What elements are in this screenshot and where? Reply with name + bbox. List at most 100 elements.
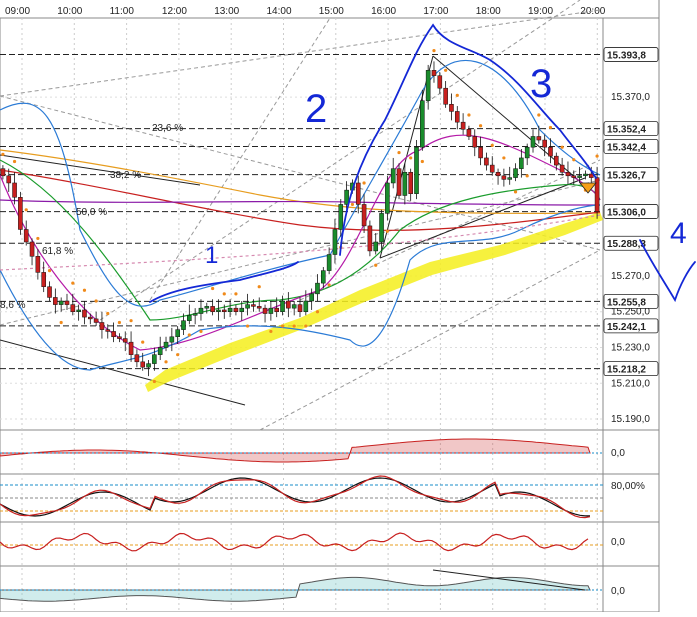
candle-body xyxy=(565,171,571,177)
indicator-4-label: 0,0 xyxy=(611,586,625,597)
sar-dot xyxy=(315,310,320,314)
candle-body xyxy=(152,354,157,364)
sar-dot xyxy=(385,229,389,233)
candle-body xyxy=(542,139,547,148)
candle-body xyxy=(588,173,594,178)
candle-body xyxy=(64,300,70,305)
sar-dot xyxy=(350,202,355,207)
candle-body xyxy=(385,182,390,214)
sar-dot xyxy=(71,281,75,285)
sar-dot xyxy=(164,360,168,364)
candle-body xyxy=(88,316,93,320)
sar-dot xyxy=(257,285,261,289)
candle-body xyxy=(338,204,344,230)
candle-body xyxy=(6,175,12,184)
sar-dot xyxy=(525,174,529,178)
sar-dot xyxy=(94,299,98,303)
candle-body xyxy=(367,225,373,252)
time-label: 16:00 xyxy=(371,6,396,17)
sar-dot xyxy=(502,156,506,160)
fib-label-500: 50,0 % xyxy=(76,207,107,218)
sar-dot xyxy=(106,311,110,316)
candle-body xyxy=(577,175,582,178)
candle-body xyxy=(414,146,419,194)
candle-body xyxy=(571,175,577,178)
price-tick: 15.230,0 xyxy=(611,343,650,354)
candle-body xyxy=(70,304,76,312)
price-label: 15.352,4 xyxy=(607,125,646,136)
candle-body xyxy=(53,297,58,305)
candle-body xyxy=(536,136,542,141)
annotation-1: 1 xyxy=(205,242,218,269)
candle-body xyxy=(111,331,116,338)
candle-body xyxy=(478,146,483,159)
chart-svg: 09:00 10:00 11:00 12:00 13:00 14:00 15:00 16:00… xyxy=(0,0,696,613)
sar-dot xyxy=(292,324,296,328)
candle-body xyxy=(76,309,81,312)
price-tick: 15.270,0 xyxy=(611,271,650,282)
sar-dot xyxy=(455,93,459,97)
sar-dot xyxy=(222,292,226,296)
candle-body xyxy=(105,329,111,332)
sar-dot xyxy=(36,236,40,241)
sar-dot xyxy=(478,124,483,128)
sar-dot xyxy=(397,150,401,155)
sar-dot xyxy=(199,329,203,334)
candle-body xyxy=(18,197,23,230)
candle-body xyxy=(245,304,250,309)
sar-dot xyxy=(141,340,145,344)
time-label: 19:00 xyxy=(528,6,553,17)
sar-dot xyxy=(362,181,366,185)
candle-body xyxy=(309,293,314,302)
candle-body xyxy=(489,164,495,173)
indicator-panel-3 xyxy=(0,521,604,567)
candle-body xyxy=(361,204,367,227)
candle-body xyxy=(326,254,332,271)
candle-body xyxy=(443,87,448,105)
time-label: 17:00 xyxy=(423,6,448,17)
sar-dot xyxy=(420,159,424,164)
time-label: 18:00 xyxy=(476,6,501,17)
candle-body xyxy=(58,300,64,305)
fib-label-236: 23,6 % xyxy=(152,123,183,134)
sar-dot xyxy=(572,158,576,162)
sar-dot xyxy=(59,320,63,325)
sar-dot xyxy=(1,152,5,156)
candle-body xyxy=(221,309,227,312)
price-tick: 15.370,0 xyxy=(611,92,650,103)
candle-body xyxy=(484,157,489,166)
candle-body xyxy=(332,229,338,255)
fib-label-618: 61,8 % xyxy=(42,246,73,257)
sar-dot xyxy=(280,324,285,328)
candle-body xyxy=(93,318,99,323)
candle-body xyxy=(291,304,297,309)
price-tick: 15.210,0 xyxy=(611,378,650,389)
candle-body xyxy=(466,129,472,137)
candle-body xyxy=(373,241,379,252)
sar-dot xyxy=(117,320,122,325)
candle-body xyxy=(256,306,262,309)
candle-body xyxy=(29,241,35,257)
price-label: 15.326,7 xyxy=(607,171,646,182)
candle-body xyxy=(210,306,215,312)
sar-dot xyxy=(82,288,87,292)
sar-dot xyxy=(304,324,308,328)
candle-body xyxy=(425,70,431,101)
sar-dot xyxy=(409,156,413,160)
candle-body xyxy=(420,100,425,148)
sar-dot xyxy=(374,263,378,267)
candle-body xyxy=(122,338,128,343)
candle-body xyxy=(449,104,454,112)
price-label: 15.393,8 xyxy=(607,51,646,62)
price-tick: 15.190,0 xyxy=(611,414,650,425)
candle-body xyxy=(175,329,180,338)
candle-body xyxy=(198,307,204,314)
candle-body xyxy=(402,171,408,196)
sar-dot xyxy=(129,319,133,323)
annotation-2: 2 xyxy=(305,87,327,131)
candle-body xyxy=(187,315,192,321)
time-label: 11:00 xyxy=(110,6,135,17)
candle-body xyxy=(559,164,565,173)
candle-body xyxy=(530,136,536,148)
candle-body xyxy=(280,300,285,312)
